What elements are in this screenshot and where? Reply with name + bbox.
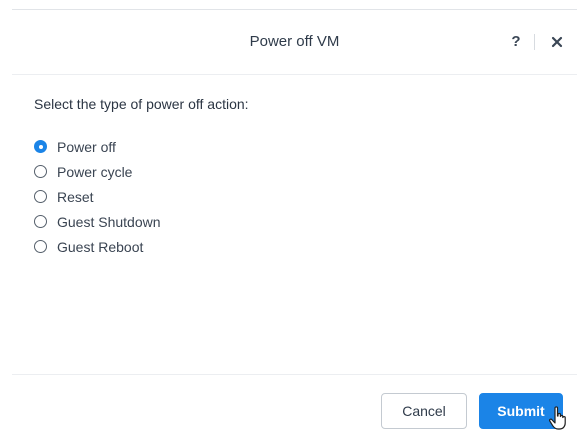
dialog-title: Power off VM bbox=[249, 33, 340, 50]
option-reset[interactable]: Reset bbox=[34, 184, 161, 209]
dialog-footer-divider bbox=[12, 374, 577, 375]
radio-power-off[interactable] bbox=[34, 140, 47, 153]
option-power-cycle[interactable]: Power cycle bbox=[34, 159, 161, 184]
option-label: Power cycle bbox=[57, 163, 133, 180]
option-label: Guest Reboot bbox=[57, 238, 144, 255]
power-off-prompt: Select the type of power off action: bbox=[34, 96, 249, 112]
help-icon[interactable]: ? bbox=[504, 30, 528, 54]
cancel-button[interactable]: Cancel bbox=[381, 393, 467, 429]
option-guest-shutdown[interactable]: Guest Shutdown bbox=[34, 209, 161, 234]
power-off-options: Power off Power cycle Reset Guest Shutdo… bbox=[34, 134, 161, 259]
option-label: Guest Shutdown bbox=[57, 213, 161, 230]
close-icon-glyph bbox=[551, 36, 563, 48]
option-label: Power off bbox=[57, 138, 116, 155]
header-divider bbox=[534, 34, 535, 50]
radio-power-cycle[interactable] bbox=[34, 165, 47, 178]
dialog-header: Power off VM ? bbox=[12, 10, 577, 75]
radio-guest-reboot[interactable] bbox=[34, 240, 47, 253]
power-off-vm-dialog: Power off VM ? Select the type of power … bbox=[0, 0, 577, 447]
option-power-off[interactable]: Power off bbox=[34, 134, 161, 159]
close-icon[interactable] bbox=[545, 30, 569, 54]
submit-button[interactable]: Submit bbox=[479, 393, 563, 429]
radio-reset[interactable] bbox=[34, 190, 47, 203]
option-guest-reboot[interactable]: Guest Reboot bbox=[34, 234, 161, 259]
radio-guest-shutdown[interactable] bbox=[34, 215, 47, 228]
option-label: Reset bbox=[57, 188, 94, 205]
